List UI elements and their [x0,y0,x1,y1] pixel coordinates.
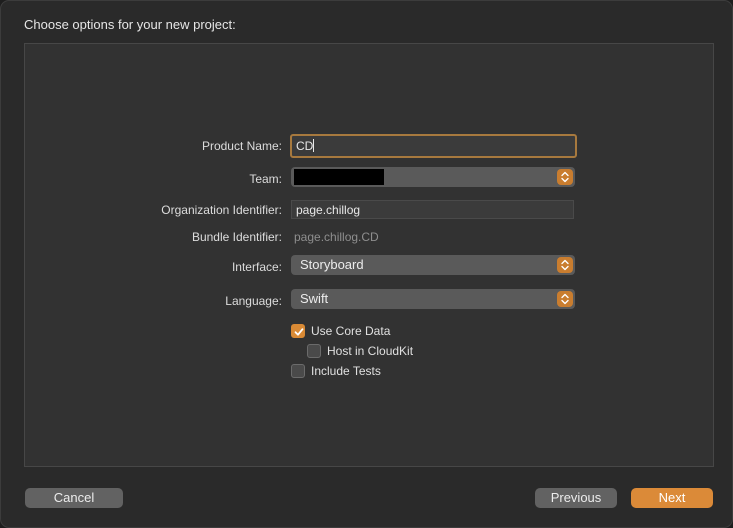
host-in-cloudkit-label: Host in CloudKit [327,344,414,358]
organization-identifier-field[interactable]: page.chillog [291,200,574,219]
next-button[interactable]: Next [631,488,713,508]
language-selected-value: Swift [300,291,329,306]
language-label: Language: [225,294,282,308]
checkmark-icon [294,328,304,336]
product-name-value: CD [296,139,314,153]
include-tests-label: Include Tests [311,364,381,378]
organization-identifier-label: Organization Identifier: [161,203,282,217]
team-popup[interactable] [291,167,575,187]
use-core-data-label: Use Core Data [311,324,391,338]
new-project-sheet: Choose options for your new project: Pro… [0,0,733,528]
cancel-button[interactable]: Cancel [25,488,123,508]
team-label: Team: [249,172,282,186]
language-popup[interactable]: Swift [291,289,575,309]
product-name-field[interactable]: CD [290,134,577,158]
bundle-identifier-label: Bundle Identifier: [191,230,282,244]
bundle-identifier-value: page.chillog.CD [294,230,379,244]
team-redaction-block [294,169,384,185]
sheet-title: Choose options for your new project: [24,17,236,32]
previous-button[interactable]: Previous [535,488,617,508]
interface-selected-value: Storyboard [300,257,364,272]
text-caret [313,139,315,152]
product-name-label: Product Name: [201,139,282,153]
chevron-up-down-icon [557,169,573,185]
include-tests-checkbox[interactable] [291,364,305,378]
host-in-cloudkit-checkbox[interactable] [307,344,321,358]
chevron-up-down-icon [557,257,573,273]
chevron-up-down-icon [557,291,573,307]
interface-popup[interactable]: Storyboard [291,255,575,275]
interface-label: Interface: [231,260,282,274]
use-core-data-checkbox[interactable] [291,324,305,338]
